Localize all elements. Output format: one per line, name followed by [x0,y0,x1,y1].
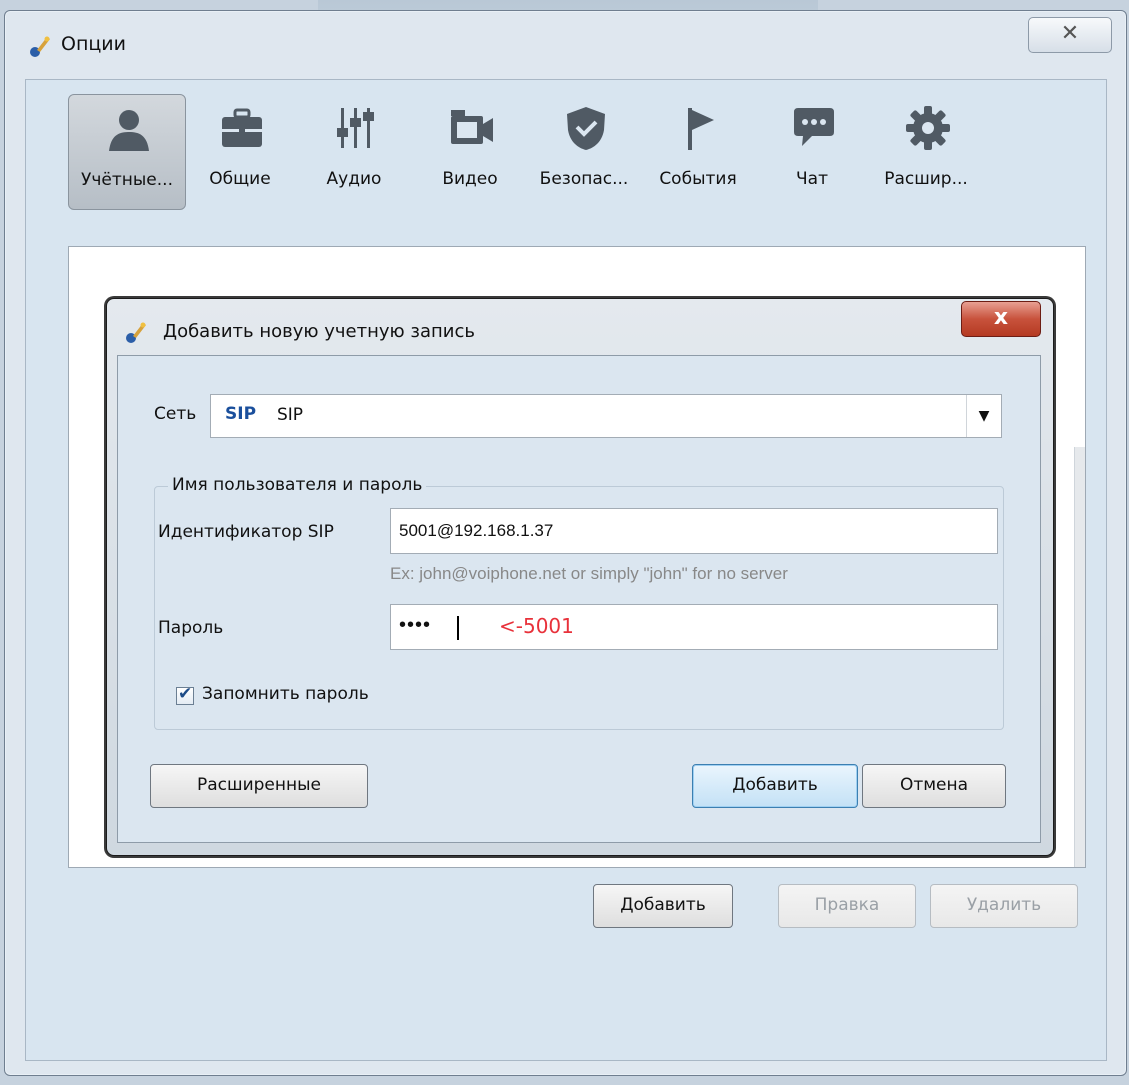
remember-password-label: Запомнить пароль [202,684,369,704]
network-value: SIP [277,405,304,425]
close-icon: x [993,305,1009,330]
add-account-button[interactable]: Добавить [593,884,733,928]
tab-label: Аудио [326,169,382,189]
checkmark-icon: ✔ [178,684,193,704]
tab-video[interactable]: Видео [412,94,528,208]
scrollbar[interactable] [1074,447,1085,867]
tab-accounts[interactable]: Учётные... [68,94,186,210]
network-label: Сеть [154,404,197,424]
network-select[interactable]: SIP SIP ▼ [210,394,1002,438]
sip-id-hint: Ex: john@voiphone.net or simply "john" f… [390,564,788,583]
app-icon [30,36,50,57]
flag-icon [688,108,714,150]
close-button[interactable]: ✕ [1028,17,1112,53]
credentials-group-title: Имя пользователя и пароль [168,475,427,495]
app-icon [126,322,146,343]
tab-events[interactable]: События [640,94,756,208]
tab-label: Общие [209,169,271,189]
password-value: •••• [399,614,432,636]
tab-label: Расшир... [884,169,968,189]
shield-icon [567,107,605,150]
sip-id-value: 5001@192.168.1.37 [399,521,554,540]
dialog-client: Сеть SIP SIP ▼ Имя пользователя и пароль… [117,355,1041,843]
tab-label: События [659,169,737,189]
briefcase-icon [222,108,262,147]
password-annotation: <-5001 [499,614,574,638]
gear-icon [906,106,950,150]
tab-audio[interactable]: Аудио [296,94,412,208]
tab-label: Видео [442,169,498,189]
tab-label: Чат [796,169,828,189]
dialog-add-button[interactable]: Добавить [692,764,858,808]
password-label: Пароль [158,618,224,638]
dialog-cancel-button[interactable]: Отмена [862,764,1006,808]
camera-icon [451,110,493,144]
tab-security[interactable]: Безопас... [526,94,642,208]
tab-label: Безопас... [539,169,629,189]
tab-label: Учётные... [81,170,173,190]
tab-general[interactable]: Общие [182,94,298,208]
dialog-title: Добавить новую учетную запись [163,321,475,342]
sip-id-input[interactable]: 5001@192.168.1.37 [390,508,998,554]
password-input[interactable]: •••• <-5001 [390,604,998,650]
tab-chat[interactable]: Чат [754,94,870,208]
close-icon: ✕ [1060,21,1080,46]
tab-advanced[interactable]: Расшир... [868,94,984,208]
edit-account-button[interactable]: Правка [778,884,916,928]
advanced-button[interactable]: Расширенные [150,764,368,808]
sip-id-label: Идентификатор SIP [158,522,334,542]
person-icon [109,110,149,151]
window-title: Опции [61,33,127,55]
dialog-close-button[interactable]: x [961,301,1041,337]
chat-icon [794,108,834,146]
add-account-dialog: Добавить новую учетную запись x Сеть SIP… [106,298,1054,856]
chevron-down-icon: ▼ [966,395,1001,437]
text-cursor [457,616,459,640]
sip-badge: SIP [225,404,257,424]
delete-account-button[interactable]: Удалить [930,884,1078,928]
remember-password-checkbox[interactable]: ✔ [176,684,194,705]
mixer-icon [337,108,374,148]
